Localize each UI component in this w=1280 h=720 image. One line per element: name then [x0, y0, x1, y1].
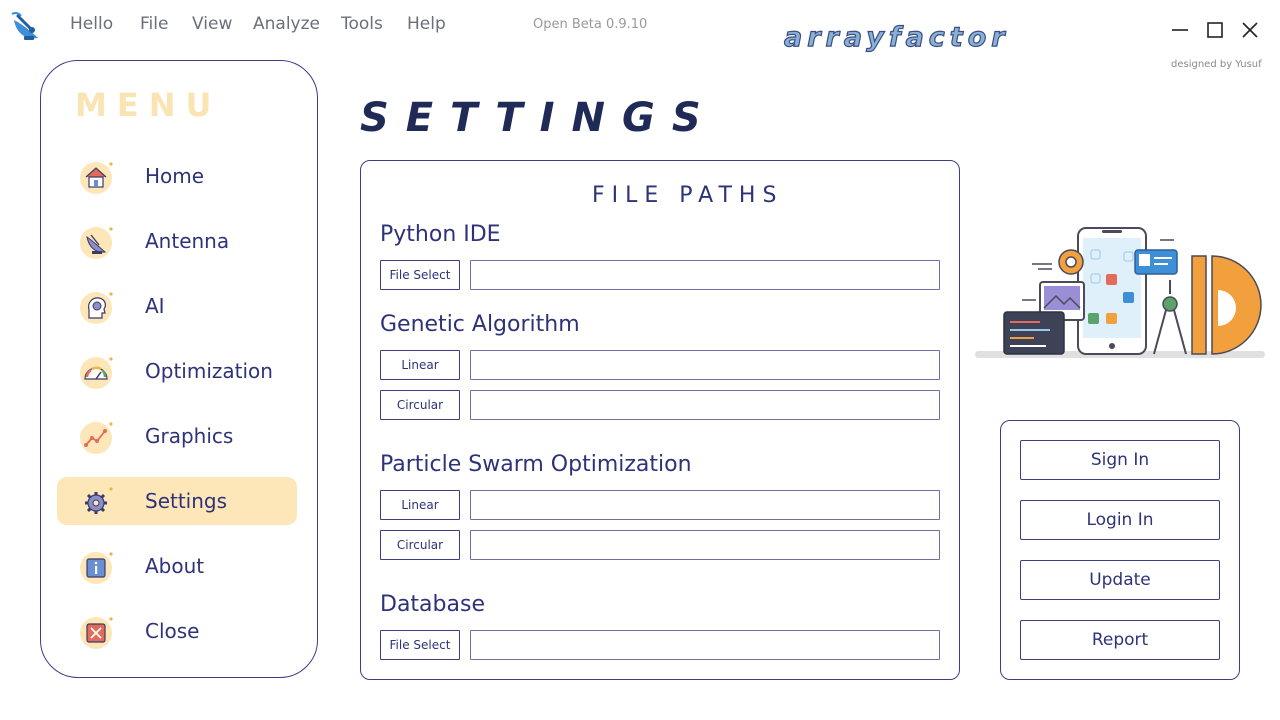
python-ide-path-field[interactable] [470, 260, 940, 290]
maximize-icon[interactable] [1203, 18, 1227, 42]
sidebar-title: MENU [75, 86, 222, 124]
menu-hello[interactable]: Hello [70, 14, 113, 34]
ga-linear-button[interactable]: Linear [380, 350, 460, 380]
sidebar-item-label: Graphics [145, 424, 234, 448]
brain-gear-icon [80, 292, 113, 324]
sidebar-item-antenna[interactable]: Antenna [57, 217, 297, 265]
sidebar-item-graphics[interactable]: Graphics [57, 412, 297, 460]
sidebar-item-label: Antenna [145, 229, 230, 253]
section-title-genetic-algorithm: Genetic Algorithm [380, 312, 580, 337]
ga-circular-button[interactable]: Circular [380, 390, 460, 420]
sidebar-item-ai[interactable]: AI [57, 282, 297, 330]
info-icon [80, 552, 113, 584]
home-icon [80, 162, 113, 194]
close-box-icon [80, 617, 113, 649]
pso-circular-button[interactable]: Circular [380, 530, 460, 560]
sidebar-item-home[interactable]: Home [57, 152, 297, 200]
file-paths-title: FILE PATHS [592, 183, 784, 208]
ga-linear-path-field[interactable] [470, 350, 940, 380]
python-ide-file-select-button[interactable]: File Select [380, 260, 460, 290]
menu-file[interactable]: File [140, 14, 168, 34]
gear-icon [80, 487, 113, 519]
menu-view[interactable]: View [192, 14, 232, 34]
sidebar-item-label: AI [145, 294, 165, 318]
database-file-select-button[interactable]: File Select [380, 630, 460, 660]
settings-illustration [975, 227, 1265, 358]
menu-help[interactable]: Help [407, 14, 446, 34]
sidebar-item-label: Settings [145, 489, 228, 513]
sidebar-item-label: About [145, 554, 205, 578]
speedometer-icon [80, 357, 113, 389]
designer-credit: designed by Yusuf [1171, 59, 1262, 70]
page-title: SETTINGS [360, 95, 718, 141]
sidebar-item-label: Close [145, 619, 200, 643]
minimize-icon[interactable] [1168, 18, 1192, 42]
sidebar-item-settings[interactable]: Settings [57, 477, 297, 525]
satellite-dish-icon [80, 227, 113, 259]
menu-analyze[interactable]: Analyze [253, 14, 320, 34]
section-title-python-ide: Python IDE [380, 222, 501, 247]
report-button[interactable]: Report [1020, 620, 1220, 660]
pso-circular-path-field[interactable] [470, 530, 940, 560]
sidebar-item-close[interactable]: Close [57, 607, 297, 655]
version-label: Open Beta 0.9.10 [533, 17, 648, 32]
ga-circular-path-field[interactable] [470, 390, 940, 420]
menu-tools[interactable]: Tools [341, 14, 383, 34]
pso-linear-button[interactable]: Linear [380, 490, 460, 520]
update-button[interactable]: Update [1020, 560, 1220, 600]
section-title-database: Database [380, 592, 485, 617]
login-in-button[interactable]: Login In [1020, 500, 1220, 540]
pso-linear-path-field[interactable] [470, 490, 940, 520]
sidebar-item-optimization[interactable]: Optimization [57, 347, 297, 395]
sidebar-item-label: Home [145, 164, 205, 188]
app-logo-icon [11, 11, 38, 40]
section-title-pso: Particle Swarm Optimization [380, 452, 692, 477]
database-path-field[interactable] [470, 630, 940, 660]
sidebar-item-about[interactable]: About [57, 542, 297, 590]
sidebar-item-label: Optimization [145, 359, 273, 383]
close-window-icon[interactable] [1238, 18, 1262, 42]
sign-in-button[interactable]: Sign In [1020, 440, 1220, 480]
brand-logo: arrayfactor [783, 21, 1010, 53]
line-graph-icon [80, 422, 113, 454]
